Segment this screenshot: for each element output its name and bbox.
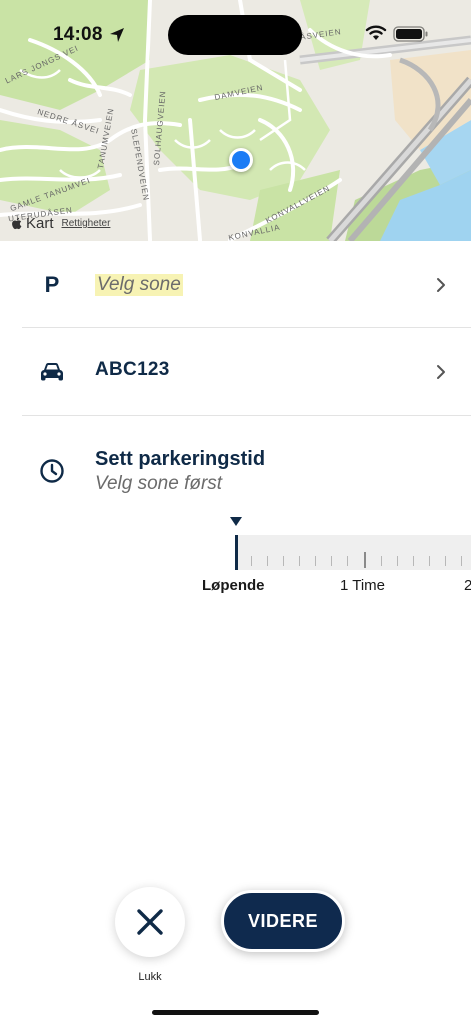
map-view[interactable]: DAMVEIEN SOLHAUGVEIEN SLEPENDVEIEN TANUM… [0,0,471,241]
ruler-tick [283,556,284,566]
ruler-tick [299,556,300,566]
time-subtitle: Velg sone først [95,473,223,494]
time-ruler[interactable] [236,535,471,570]
ruler-tick [461,556,462,566]
ruler-current-marker [235,535,238,570]
close-button[interactable] [115,887,185,957]
close-label: Lukk [138,971,162,983]
wifi-icon [365,25,387,40]
ruler-label-2h: 2 [464,577,471,594]
home-indicator[interactable] [152,1010,319,1015]
parking-icon: P [38,271,66,299]
ruler-tick [315,556,316,566]
chevron-right-icon [437,278,445,292]
vehicle-plate: ABC123 [95,359,170,380]
legal-link[interactable]: Rettigheter [62,218,111,229]
map-brand: Kart [26,215,54,232]
parking-time-row: Sett parkeringstid Velg sone først [22,416,471,516]
location-arrow-icon [110,28,124,42]
map-attribution: Kart Rettigheter [11,215,110,232]
dynamic-island [168,15,302,55]
vehicle-row[interactable]: ABC123 [22,328,471,416]
ruler-major-tick [364,552,366,568]
chevron-right-icon [437,365,445,379]
continue-button[interactable]: VIDERE [221,890,345,952]
ruler-label-start: Løpende [202,577,265,594]
clock-icon [38,457,66,485]
ruler-tick [397,556,398,566]
zone-label: Velg sone [95,274,183,296]
ruler-tick [445,556,446,566]
battery-icon [393,26,428,42]
status-bar: 14:08 [0,0,471,70]
ruler-tick [413,556,414,566]
apple-icon [12,217,22,230]
car-icon [38,358,66,386]
ruler-tick [331,556,332,566]
parking-glyph: P [44,272,60,297]
close-icon [137,909,163,935]
user-location-dot [229,148,253,172]
ruler-tick [347,556,348,566]
ruler-tick [429,556,430,566]
time-title: Sett parkeringstid [95,448,266,470]
ruler-label-1h: 1 Time [340,577,386,594]
status-time: 14:08 [53,24,103,45]
ruler-tick [251,556,252,566]
ruler-pointer-icon [230,517,242,526]
ruler-tick [267,556,268,566]
zone-row[interactable]: P Velg sone [22,241,471,328]
ruler-tick [381,556,382,566]
